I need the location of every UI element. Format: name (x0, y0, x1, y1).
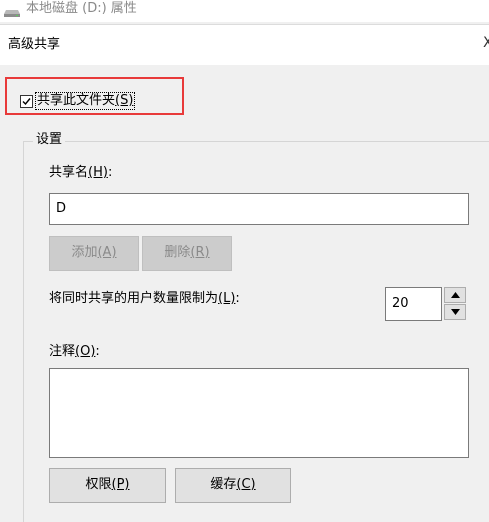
background-window-titlebar: 本地磁盘 (D:) 属性 (0, 0, 489, 22)
caret-down-icon (451, 309, 460, 315)
comment-label: 注释(O): (49, 344, 100, 359)
caret-up-icon (451, 292, 460, 298)
settings-legend: 设置 (33, 132, 66, 148)
drive-icon (4, 6, 20, 17)
share-folder-checkbox[interactable]: 共享此文件夹(S) (20, 92, 136, 110)
cache-button[interactable]: 缓存(C) (175, 468, 291, 503)
dialog-titlebar: 高级共享 X (0, 24, 489, 65)
share-name-label: 共享名(H): (49, 165, 113, 180)
checkbox-checked-icon[interactable] (20, 94, 33, 108)
add-button[interactable]: 添加(A) (49, 236, 139, 271)
share-folder-label[interactable]: 共享此文件夹(S) (35, 92, 136, 110)
share-name-input[interactable]: D (49, 193, 469, 225)
remove-button[interactable]: 删除(R) (142, 236, 232, 271)
background-window-title: 本地磁盘 (D:) 属性 (26, 1, 137, 16)
dialog-title: 高级共享 (8, 37, 61, 52)
spin-down-button[interactable] (444, 304, 466, 320)
comment-textarea[interactable] (49, 368, 469, 458)
dialog-body: 共享此文件夹(S) 设置 共享名(H): D 添加(A) 删除(R) 将同时共享… (0, 65, 489, 522)
permissions-button[interactable]: 权限(P) (49, 468, 166, 503)
user-limit-label: 将同时共享的用户数量限制为(L): (49, 291, 240, 306)
user-limit-input[interactable]: 20 (385, 287, 442, 321)
spin-up-button[interactable] (444, 287, 466, 303)
close-icon[interactable]: X (483, 33, 489, 53)
